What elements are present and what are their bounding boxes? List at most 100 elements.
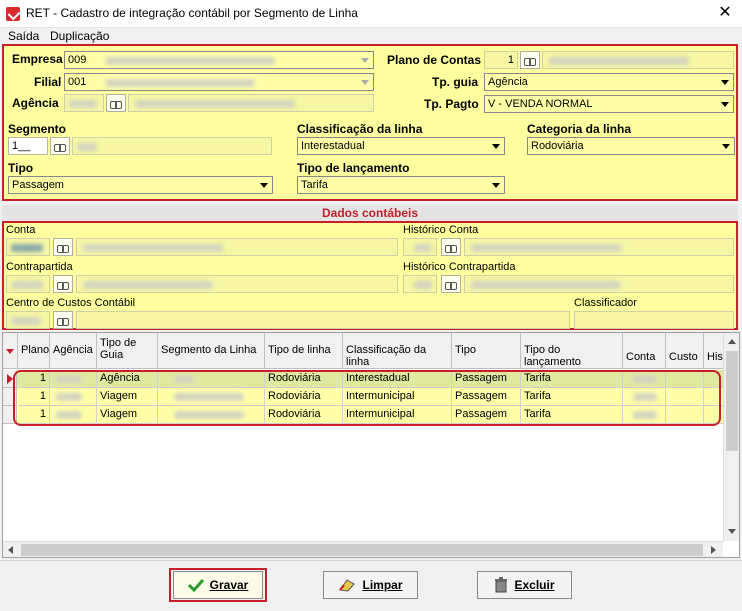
classificacao-select[interactable]: Interestadual: [297, 137, 505, 155]
chevron-down-icon: [357, 74, 373, 90]
col-conta[interactable]: Conta: [623, 333, 666, 369]
menu-saida[interactable]: Saída: [8, 29, 39, 43]
chevron-down-icon: [488, 177, 504, 193]
limpar-button[interactable]: Limpar: [323, 571, 418, 599]
historico-conta-name: [464, 238, 734, 256]
scroll-right-icon[interactable]: [711, 546, 716, 554]
binoculars-icon: [57, 280, 69, 290]
app-icon: [6, 7, 20, 21]
excluir-button[interactable]: Excluir: [477, 571, 572, 599]
col-agencia[interactable]: Agência: [50, 333, 97, 369]
chevron-down-icon: [357, 52, 373, 68]
tp-pagto-select[interactable]: V - VENDA NORMAL: [484, 95, 734, 113]
close-button[interactable]: ✕: [710, 2, 740, 24]
col-classificacao[interactable]: Classificação da linha: [343, 333, 452, 369]
section-title: Dados contábeis: [2, 205, 738, 221]
grid-corner: [3, 333, 18, 369]
gravar-button[interactable]: Gravar: [173, 571, 263, 599]
col-tipo-linha[interactable]: Tipo de linha: [265, 333, 343, 369]
binoculars-icon: [54, 142, 66, 152]
window-title: RET - Cadastro de integração contábil po…: [26, 6, 358, 20]
classificador-field[interactable]: [574, 311, 734, 329]
plano-code-field[interactable]: 1: [484, 51, 518, 69]
tp-guia-select[interactable]: Agência: [484, 73, 734, 91]
data-grid[interactable]: Plano Agência Tipo de Guia Segmento da L…: [2, 332, 740, 558]
scroll-down-icon[interactable]: [728, 529, 736, 534]
chevron-down-icon: [718, 138, 734, 154]
tipo-lanc-value: Tarifa: [301, 179, 328, 191]
historico-conta-code[interactable]: [403, 238, 437, 256]
conta-label: Conta: [6, 224, 36, 236]
col-plano[interactable]: Plano: [18, 333, 50, 369]
agencia-code-field[interactable]: [64, 94, 104, 112]
chevron-down-icon: [256, 177, 272, 193]
centro-custos-search-button[interactable]: [53, 311, 73, 329]
agencia-name-field: [128, 94, 374, 112]
historico-contrapartida-label: Histórico Contrapartida: [403, 261, 516, 273]
col-tipo-guia[interactable]: Tipo de Guia: [97, 333, 158, 369]
conta-code-field[interactable]: [6, 238, 50, 256]
chevron-down-icon: [717, 74, 733, 90]
centro-custos-code[interactable]: [6, 311, 50, 329]
trash-icon: [495, 577, 508, 593]
categoria-label: Categoria da linha: [527, 122, 632, 136]
empresa-value: 009: [68, 54, 87, 66]
historico-contrapartida-search-button[interactable]: [441, 275, 461, 293]
binoculars-icon: [110, 99, 122, 109]
historico-contrapartida-name: [464, 275, 734, 293]
empresa-select[interactable]: 009: [64, 51, 374, 69]
tipo-label: Tipo: [8, 161, 34, 175]
gravar-label: Gravar: [209, 578, 249, 592]
scroll-thumb-h[interactable]: [21, 544, 703, 556]
contrapartida-search-button[interactable]: [53, 275, 73, 293]
plano-label: Plano de Contas: [387, 53, 482, 67]
col-custo[interactable]: Custo: [666, 333, 704, 369]
historico-contrapartida-code[interactable]: [403, 275, 437, 293]
categoria-select[interactable]: Rodoviária: [527, 137, 735, 155]
historico-conta-search-button[interactable]: [441, 238, 461, 256]
chevron-down-icon: [717, 96, 733, 112]
scroll-left-icon[interactable]: [8, 546, 13, 554]
tipo-lanc-select[interactable]: Tarifa: [297, 176, 505, 194]
tipo-value: Passagem: [12, 179, 64, 191]
classificador-label: Classificador: [574, 297, 637, 309]
categoria-value: Rodoviária: [531, 140, 584, 152]
centro-custos-name: [76, 311, 570, 329]
vertical-scrollbar[interactable]: [723, 333, 739, 541]
eraser-icon: [339, 579, 356, 592]
tp-guia-label: Tp. guia: [432, 75, 478, 89]
tipo-select[interactable]: Passagem: [8, 176, 273, 194]
classificacao-value: Interestadual: [301, 140, 365, 152]
segmento-label: Segmento: [8, 122, 67, 136]
classificacao-label: Classificação da linha: [297, 122, 423, 136]
conta-name-field: [76, 238, 398, 256]
filial-select[interactable]: 001: [64, 73, 374, 91]
scroll-up-icon[interactable]: [728, 339, 736, 344]
col-tipo-lancamento[interactable]: Tipo do lançamento: [521, 333, 623, 369]
conta-search-button[interactable]: [53, 238, 73, 256]
empresa-label: Empresa: [12, 52, 63, 66]
contrapartida-code-field[interactable]: [6, 275, 50, 293]
tipo-lanc-label: Tipo de lançamento: [297, 161, 410, 175]
segmento-code-field[interactable]: 1__: [8, 137, 48, 155]
filial-label: Filial: [34, 75, 62, 89]
col-historico[interactable]: His: [704, 333, 724, 369]
horizontal-scrollbar[interactable]: [3, 541, 723, 557]
menu-duplicacao[interactable]: Duplicação: [50, 29, 109, 43]
tp-pagto-value: V - VENDA NORMAL: [488, 98, 593, 110]
binoculars-icon: [524, 56, 536, 66]
contrapartida-label: Contrapartida: [6, 261, 73, 273]
agencia-label: Agência: [12, 96, 59, 110]
chevron-down-icon: [488, 138, 504, 154]
col-tipo[interactable]: Tipo: [452, 333, 521, 369]
agencia-search-button[interactable]: [106, 94, 126, 112]
tp-guia-value: Agência: [488, 76, 528, 88]
segmento-search-button[interactable]: [50, 137, 70, 155]
plano-name-field: [542, 51, 734, 69]
binoculars-icon: [57, 243, 69, 253]
col-segmento[interactable]: Segmento da Linha: [158, 333, 265, 369]
rows-highlight: [13, 370, 721, 426]
scroll-thumb[interactable]: [726, 351, 738, 451]
plano-search-button[interactable]: [520, 51, 540, 69]
binoculars-icon: [445, 280, 457, 290]
